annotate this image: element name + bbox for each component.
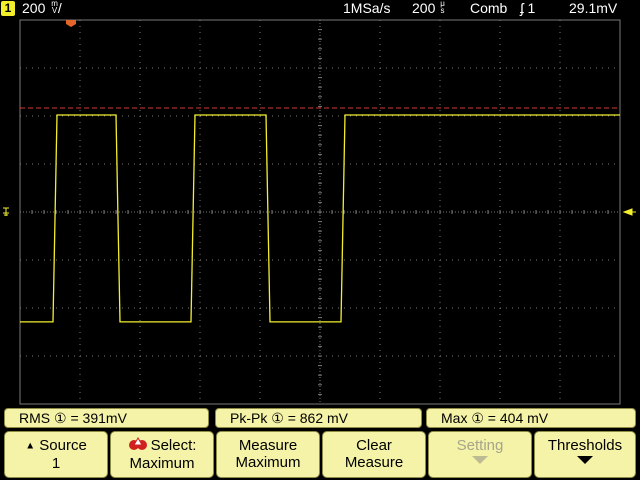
sample-rate: 1MSa/s <box>343 0 391 16</box>
ground-icon <box>3 207 9 216</box>
measure-maximum-button[interactable]: Measure Maximum <box>216 431 320 478</box>
waveform-display[interactable] <box>0 17 640 407</box>
trigger-level-arrow-icon <box>622 208 636 216</box>
trigger-edge-icon: ʄ <box>520 0 524 16</box>
source-1-icon: ① <box>471 410 484 426</box>
graticule <box>19 19 621 405</box>
measurement-bar: RMS ① = 391mV Pk-Pk ① = 862 mV Max ① = 4… <box>0 407 640 429</box>
setting-button[interactable]: Setting <box>428 431 532 478</box>
measurement-pkpk: Pk-Pk ① = 862 mV <box>215 408 422 428</box>
trigger-level: 29.1mV <box>569 0 618 16</box>
acquisition-mode: Comb <box>470 0 508 16</box>
channel-badge: 1 <box>1 1 15 16</box>
down-arrow-icon <box>472 456 488 464</box>
clear-measure-button[interactable]: Clear Measure <box>322 431 426 478</box>
thresholds-button[interactable]: Thresholds <box>534 431 636 478</box>
volts-per-div[interactable]: 200 m V / <box>22 0 62 17</box>
source-1-icon: ① <box>271 410 284 426</box>
status-bar: 1 200 m V / 1MSa/s 200 μ s Comb ʄ 1 29.1… <box>0 0 640 17</box>
measurement-max: Max ① = 404 mV <box>426 408 636 428</box>
measurement-rms: RMS ① = 391mV <box>4 408 209 428</box>
softkey-bar: ▲ Source 1 Select: Maximum Measure Maxim… <box>0 430 640 480</box>
ruler-icon <box>128 437 148 455</box>
time-per-div[interactable]: 200 μ s <box>412 0 445 17</box>
select-button[interactable]: Select: Maximum <box>110 431 214 478</box>
markers <box>3 20 636 216</box>
ground-reference-marker <box>3 207 9 216</box>
trigger-position-marker <box>66 20 76 27</box>
up-arrow-icon: ▲ <box>25 440 36 452</box>
source-button[interactable]: ▲ Source 1 <box>4 431 108 478</box>
source-1-icon: ① <box>54 410 67 426</box>
down-arrow-icon <box>577 456 593 464</box>
trigger-info[interactable]: ʄ 1 <box>520 0 535 17</box>
